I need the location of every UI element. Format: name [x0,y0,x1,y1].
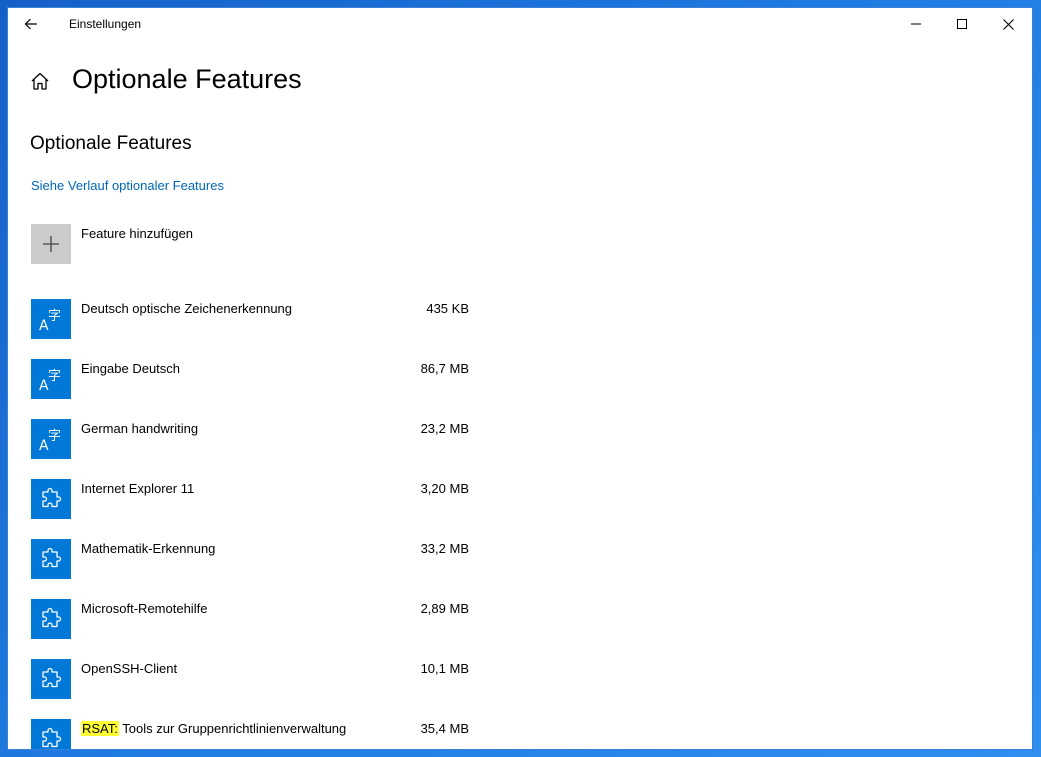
svg-text:字: 字 [48,309,61,324]
feature-name-text: German handwriting [81,421,199,436]
feature-name: OpenSSH-Client [81,661,177,676]
back-arrow-icon [24,18,37,30]
feature-name: Microsoft-Remotehilfe [81,601,207,616]
feature-name: RSAT: Tools zur Gruppenrichtlinienverwal… [81,721,346,736]
puzzle-icon [42,547,62,568]
settings-window: Einstellungen Optionale Features Optiona… [8,8,1032,749]
feature-tile: A 字 [31,299,71,339]
language-icon: A 字 [39,429,61,452]
feature-name: Internet Explorer 11 [81,481,194,496]
feature-size: 86,7 MB [420,361,469,376]
puzzle-icon [42,607,62,628]
feature-tile [31,539,71,579]
feature-name: German handwriting [81,421,198,436]
feature-list: A 字 Deutsch optische Zeichenerkennung 435… [31,299,491,749]
feature-item[interactable]: Internet Explorer 11 3,20 MB [31,479,491,539]
feature-item[interactable]: A 字 Deutsch optische Zeichenerkennung 435… [31,299,491,359]
feature-name-text: Mathematik-Erkennung [81,541,216,556]
feature-size: 2,89 MB [420,601,469,616]
svg-text:字: 字 [48,369,61,384]
back-button[interactable] [16,12,46,36]
feature-size: 35,4 MB [420,721,469,736]
close-button[interactable] [985,8,1031,40]
feature-size: 23,2 MB [420,421,469,436]
feature-size: 10,1 MB [420,661,469,676]
feature-tile [31,719,71,749]
minimize-icon [911,23,921,25]
feature-item[interactable]: A 字 German handwriting 23,2 MB [31,419,491,479]
feature-name-text: Microsoft-Remotehilfe [81,601,208,616]
feature-name: Deutsch optische Zeichenerkennung [81,301,292,316]
svg-text:字: 字 [48,429,61,444]
feature-item[interactable]: OpenSSH-Client 10,1 MB [31,659,491,719]
feature-item[interactable]: A 字 Eingabe Deutsch 86,7 MB [31,359,491,419]
feature-tile [31,479,71,519]
feature-name: Eingabe Deutsch [81,361,180,376]
feature-tile: A 字 [31,419,71,459]
maximize-icon [957,19,967,29]
window-title: Einstellungen [69,17,142,31]
feature-item[interactable]: Mathematik-Erkennung 33,2 MB [31,539,491,599]
plus-icon [43,236,59,252]
feature-name-text: Tools zur Gruppenrichtlinienverwaltung [118,721,347,736]
feature-size: 3,20 MB [420,481,469,496]
add-feature-button[interactable]: Feature hinzufügen [31,224,331,264]
feature-name-text: OpenSSH-Client [81,661,178,676]
maximize-button[interactable] [939,8,985,40]
feature-tile [31,659,71,699]
language-icon: A 字 [39,309,61,332]
feature-history-link[interactable]: Siehe Verlauf optionaler Features [31,178,224,193]
feature-name-text: Eingabe Deutsch [81,361,181,376]
feature-name: Mathematik-Erkennung [81,541,215,556]
feature-size: 33,2 MB [420,541,469,556]
feature-tile [31,599,71,639]
puzzle-icon [42,667,62,688]
feature-tile: A 字 [31,359,71,399]
language-icon: A 字 [39,369,61,392]
feature-item[interactable]: RSAT: Tools zur Gruppenrichtlinienverwal… [31,719,491,749]
feature-name-text: Deutsch optische Zeichenerkennung [81,301,293,316]
highlighted-prefix: RSAT: [81,721,119,736]
section-title: Optionale Features [30,133,192,154]
puzzle-icon [42,487,62,508]
feature-name-text: Internet Explorer 11 [81,481,195,496]
title-bar: Einstellungen [8,8,1032,40]
home-icon[interactable] [30,71,50,91]
page-title: Optionale Features [72,64,302,94]
feature-item[interactable]: Microsoft-Remotehilfe 2,89 MB [31,599,491,659]
add-feature-label: Feature hinzufügen [81,226,194,241]
feature-size: 435 KB [426,301,469,316]
minimize-button[interactable] [893,8,939,40]
puzzle-icon [42,727,62,748]
add-feature-tile [31,224,71,264]
close-icon [1002,18,1014,30]
